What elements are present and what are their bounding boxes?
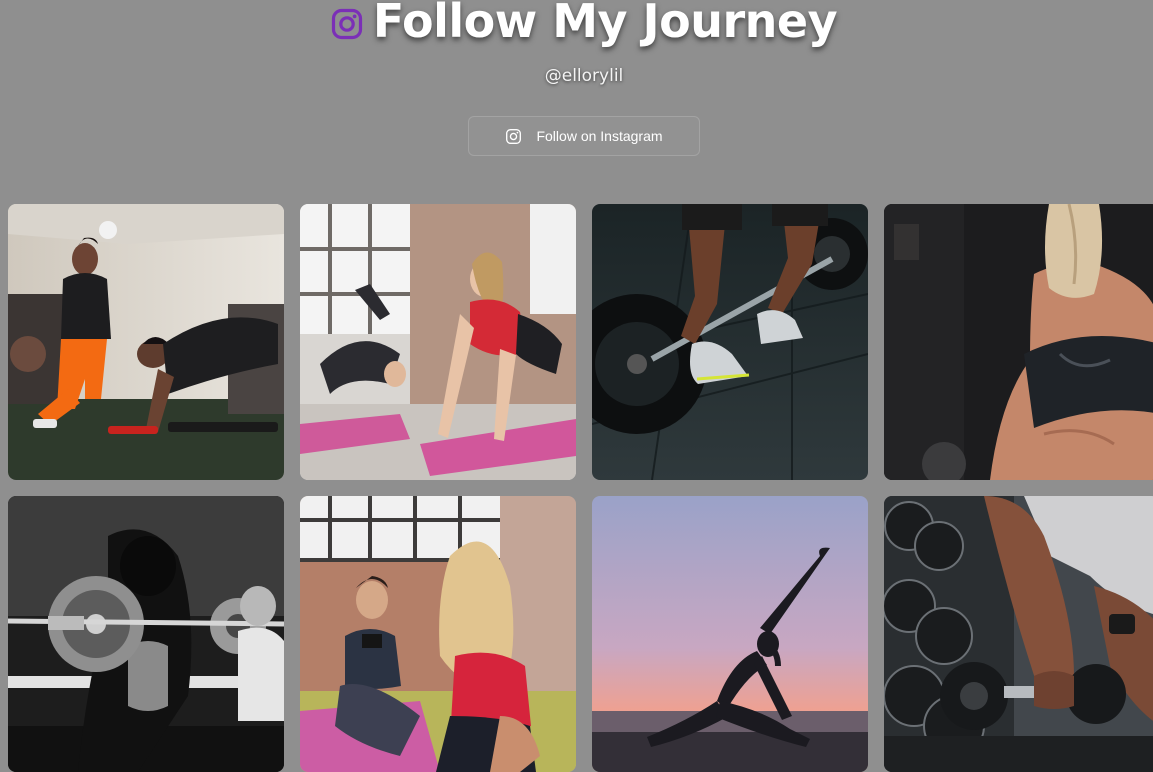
woman-back-photo [884,204,1153,480]
follow-button-label: Follow on Instagram [536,128,663,144]
women-chatting-photo [300,496,576,772]
profile-header: Follow My Journey @ellorylil Follow on I… [0,0,1153,200]
yoga-sunset-photo [592,496,868,772]
gallery-photo[interactable] [8,204,284,480]
barbell-squat-bw-photo [8,496,284,772]
gallery-photo[interactable] [884,204,1153,480]
gallery-photo[interactable] [592,204,868,480]
title-row: Follow My Journey [0,0,1153,48]
follow-on-instagram-button[interactable]: Follow on Instagram [468,116,700,156]
photo-gallery [8,204,1153,772]
trainer-client-photo [8,204,284,480]
page-title: Follow My Journey [372,0,838,48]
gallery-photo[interactable] [592,496,868,772]
instagram-icon [506,128,522,144]
instagram-handle: @ellorylil [544,66,624,86]
gallery-photo[interactable] [8,496,284,772]
gallery-photo[interactable] [300,204,576,480]
gallery-photo[interactable] [300,496,576,772]
instagram-icon [331,8,363,40]
yoga-mat-exercise-photo [300,204,576,480]
barbell-deadlift-photo [592,204,868,480]
gallery-photo[interactable] [884,496,1153,772]
dumbbell-lift-photo [884,496,1153,772]
